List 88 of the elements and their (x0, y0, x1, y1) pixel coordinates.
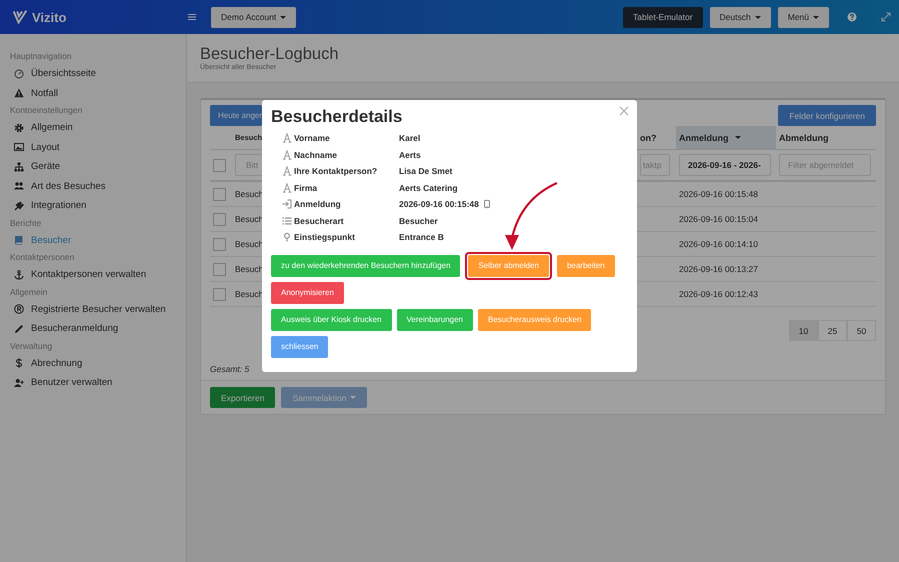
sidebar-item[interactable]: Übersichtsseite (0, 64, 186, 84)
letter-icon (282, 133, 292, 144)
detail-value: Karel (399, 133, 420, 144)
dialog-title: Besucherdetails (271, 107, 402, 127)
list-icon (282, 216, 292, 226)
sidebar-item[interactable]: Allgemein (0, 118, 186, 138)
page-size-button[interactable]: 50 (847, 320, 876, 341)
detail-value: Besucher (399, 216, 438, 226)
table-cell: 2026-09-16 00:13:27 (679, 264, 758, 274)
sidebar-heading: Berichte (9, 216, 42, 230)
sidebar-heading: Kontoeinstellungen (9, 104, 84, 117)
dropdown-button[interactable]: Deutsch (710, 6, 771, 28)
detail-value: Aerts (399, 150, 421, 160)
sidebar-heading: Kontaktpersonen (9, 251, 76, 264)
sidebar-item[interactable]: Kontaktpersonen verwalten (0, 265, 186, 284)
table-cell: 2026-09-16 00:12:43 (679, 289, 758, 299)
close-icon[interactable] (617, 104, 631, 118)
detail-label: Firma (294, 182, 318, 193)
table-cell: 2026-09-16 00:15:48 (679, 189, 758, 199)
pin-icon (282, 232, 292, 242)
column-header[interactable]: Anmeldung (676, 126, 776, 150)
page-size-button[interactable]: 25 (818, 320, 847, 341)
emulator-button[interactable]: Tablet-Emulator (623, 6, 703, 28)
sidebar-item[interactable]: Art des Besuches (0, 176, 186, 196)
expand-icon (881, 12, 891, 22)
warning-icon (14, 88, 24, 98)
detail-value: Entrance B (399, 232, 444, 242)
page-title: Besucher-Logbuch (200, 45, 340, 63)
checkbox[interactable] (213, 238, 226, 250)
configure-fields-button[interactable]: Felder konfigurieren (778, 105, 876, 126)
letter-icon (282, 150, 292, 160)
sidebar-item[interactable]: Benutzer verwalten (0, 373, 186, 392)
logo-icon (13, 10, 27, 24)
detail-label: Ihre Kontaktperson? (294, 166, 378, 176)
pencil-icon (14, 324, 24, 334)
sidebar-item[interactable]: Integrationen (0, 196, 186, 216)
user-plus-icon (14, 378, 24, 388)
sidebar-heading: Hauptnavigation (9, 50, 72, 63)
detail-label: Vorname (294, 133, 330, 144)
dollar-icon (14, 358, 24, 368)
page-size-button[interactable]: 10 (789, 320, 818, 341)
detail-label: Nachname (294, 150, 337, 160)
sidebar-item[interactable]: Besucheranmeldung (0, 319, 186, 338)
image-icon (14, 142, 24, 152)
gauge-icon (14, 68, 24, 79)
checkbox[interactable] (213, 262, 226, 276)
annotation-arrow (505, 182, 558, 250)
logo-text: Vizito (32, 10, 66, 24)
help-icon (847, 12, 857, 22)
detail-label: Anmeldung (294, 199, 341, 210)
people-icon (14, 181, 24, 192)
table-cell: 2026-09-16 00:14:10 (679, 239, 758, 249)
total-count: Gesamt: 5 (210, 364, 250, 374)
filter-field[interactable]: 2026-09-16 - 2026- (679, 154, 771, 176)
detail-label: Einstiegspunkt (294, 232, 355, 242)
letter-icon (282, 182, 292, 193)
menu-icon (187, 12, 197, 22)
letter-icon (282, 166, 292, 176)
sign-in-icon (282, 199, 292, 210)
action-button[interactable]: Anonymisieren (271, 282, 344, 304)
dropdown-button[interactable]: Menü (778, 6, 829, 28)
column-header[interactable]: Abmeldung (776, 126, 876, 150)
detail-value: 2026-09-16 00:15:48 (399, 199, 479, 210)
checkbox[interactable] (213, 158, 226, 172)
account-dropdown[interactable]: Demo Account (211, 6, 296, 28)
detail-value: Aerts Catering (399, 182, 458, 193)
export-button[interactable]: Exportieren (210, 387, 276, 408)
sidebar-heading: Verwaltung (9, 340, 54, 353)
anchor-icon (14, 270, 24, 280)
hierarchy-icon (14, 162, 24, 172)
book-icon (14, 235, 24, 246)
sidebar-heading: Allgemein (9, 286, 48, 299)
checkbox[interactable] (213, 288, 226, 300)
sidebar-item[interactable]: Abrechnung (0, 354, 186, 373)
registered-icon (14, 304, 24, 314)
today-button[interactable]: Heute anger (210, 105, 262, 126)
table-cell: 2026-09-16 00:15:04 (679, 214, 758, 224)
sidebar-item[interactable]: Notfall (0, 84, 186, 103)
plug-icon (14, 200, 24, 211)
detail-label: Besucherart (294, 216, 344, 226)
detail-value: Lisa De Smet (399, 166, 452, 176)
checkbox[interactable] (213, 188, 226, 200)
sidebar-item[interactable]: Registrierte Besucher verwalten (0, 300, 186, 319)
sidebar-item[interactable]: Geräte (0, 157, 186, 176)
sidebar-item[interactable]: Layout (0, 138, 186, 157)
tablet-icon (482, 200, 491, 208)
checkbox[interactable] (213, 212, 226, 226)
gear-icon (14, 122, 24, 133)
